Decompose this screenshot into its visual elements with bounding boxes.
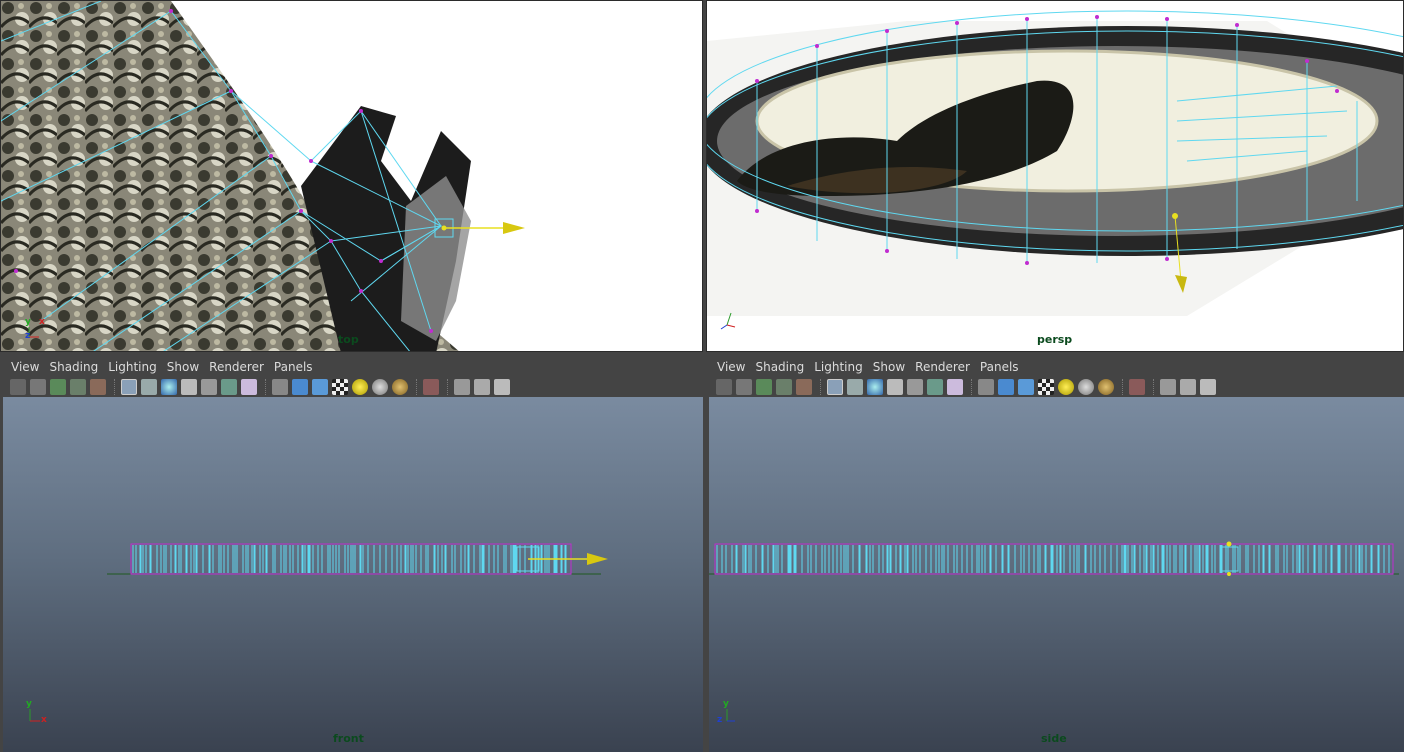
menu-lighting[interactable]: Lighting [108,360,157,374]
camera-label-front: front [333,732,364,745]
top-view-scene [1,1,525,351]
bookmark-icon[interactable] [50,379,66,395]
menu-show[interactable]: Show [167,360,199,374]
default-material-icon[interactable] [161,379,177,395]
cube-shaded-icon[interactable] [292,379,308,395]
panel-menubar-front: View Shading Lighting Show Renderer Pane… [0,356,703,377]
camera-attributes-icon[interactable] [30,379,46,395]
side-wireframe-edges [716,545,1390,573]
viewport-side[interactable]: View Shading Lighting Show Renderer Pane… [706,356,1404,752]
grease-pencil-icon[interactable] [796,379,812,395]
camera-label-top: top [338,333,359,346]
hud-icon[interactable] [1180,379,1196,395]
camera-label-persp: persp [1037,333,1073,346]
xray-joints-icon[interactable] [927,379,943,395]
axis-gizmo-persp [715,309,747,341]
persp-view-scene [707,10,1403,316]
image-plane-icon[interactable] [776,379,792,395]
camera-label-side: side [1041,732,1067,745]
axis-gizmo-front: y x [20,697,52,729]
isolate-select-icon[interactable] [1129,379,1145,395]
side-view-scene [709,541,1399,576]
menu-panels[interactable]: Panels [274,360,313,374]
viewport-persp[interactable]: persp [706,0,1404,352]
panel-toolbar-side [706,377,1404,397]
panel-toolbar-front [0,377,703,397]
ao-icon[interactable] [392,379,408,395]
axis-label-x: x [39,317,45,327]
xray-icon[interactable] [201,379,217,395]
shadow-icon[interactable] [372,379,388,395]
grease-pencil-icon[interactable] [90,379,106,395]
axis-label-x: x [41,715,47,725]
image-plane-icon[interactable] [70,379,86,395]
camera-select-icon[interactable] [716,379,732,395]
menu-shading[interactable]: Shading [49,360,98,374]
wireframe-icon[interactable] [121,379,137,395]
viewport-front[interactable]: View Shading Lighting Show Renderer Pane… [0,356,703,752]
texture-icon[interactable] [947,379,963,395]
ao-icon[interactable] [1098,379,1114,395]
menu-show[interactable]: Show [873,360,905,374]
axis-gizmo-top: y x z [21,317,53,349]
menu-renderer[interactable]: Renderer [915,360,970,374]
axis-gizmo-side: y z [715,697,747,729]
menu-renderer[interactable]: Renderer [209,360,264,374]
light-icon[interactable] [1058,379,1074,395]
panel-menubar-side: View Shading Lighting Show Renderer Pane… [706,356,1404,377]
axis-label-z: z [25,331,31,341]
checker-icon[interactable] [332,379,348,395]
shadow-icon[interactable] [1078,379,1094,395]
axis-label-y: y [723,699,729,709]
cube-shaded-icon[interactable] [998,379,1014,395]
resolution-gate-icon[interactable] [978,379,994,395]
flat-shade-icon[interactable] [181,379,197,395]
side-view-canvas[interactable]: y z side [709,397,1404,752]
light-icon[interactable] [352,379,368,395]
front-wireframe-edges [132,545,567,573]
cube-wire-icon[interactable] [312,379,328,395]
cube-wire-icon[interactable] [1018,379,1034,395]
default-material-icon[interactable] [867,379,883,395]
wireframe-icon[interactable] [827,379,843,395]
menu-view[interactable]: View [11,360,39,374]
hud-icon[interactable] [474,379,490,395]
xray-icon[interactable] [907,379,923,395]
menu-shading[interactable]: Shading [755,360,804,374]
checker-icon[interactable] [1038,379,1054,395]
bookmark-icon[interactable] [756,379,772,395]
menu-view[interactable]: View [717,360,745,374]
resolution-gate-icon[interactable] [272,379,288,395]
smooth-shade-icon[interactable] [847,379,863,395]
camera-attributes-icon[interactable] [736,379,752,395]
menu-panels[interactable]: Panels [980,360,1019,374]
axis-label-y: y [26,699,32,709]
texture-icon[interactable] [241,379,257,395]
camera-select-icon[interactable] [10,379,26,395]
menu-lighting[interactable]: Lighting [814,360,863,374]
grid-icon[interactable] [454,379,470,395]
smooth-shade-icon[interactable] [141,379,157,395]
axis-label-z: z [717,715,723,725]
viewport-top[interactable]: y x z top [0,0,703,352]
xray-joints-icon[interactable] [221,379,237,395]
flat-shade-icon[interactable] [887,379,903,395]
grid-icon[interactable] [1160,379,1176,395]
front-view-canvas[interactable]: y x front [3,397,703,752]
share-icon[interactable] [1200,379,1216,395]
axis-label-y: y [25,317,31,327]
isolate-select-icon[interactable] [423,379,439,395]
front-view-scene [107,543,608,575]
share-icon[interactable] [494,379,510,395]
